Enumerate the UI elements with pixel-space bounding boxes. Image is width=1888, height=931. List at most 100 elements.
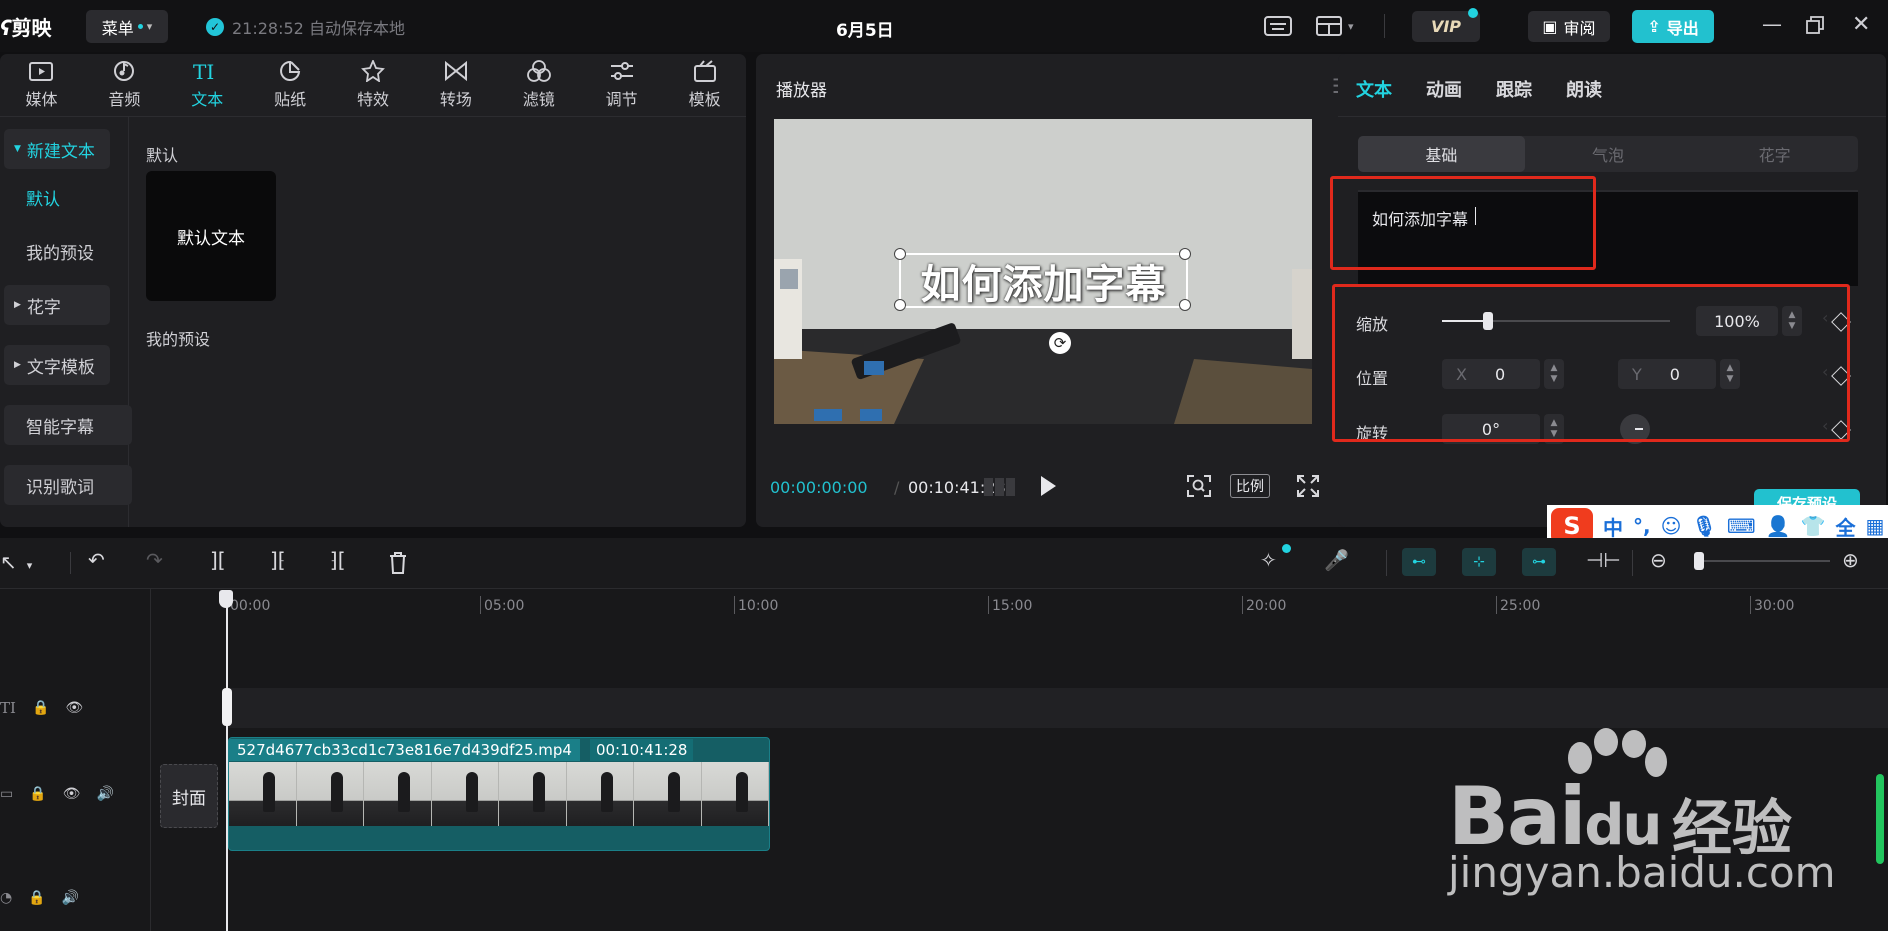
audio-track-header: ◔ 🔒 🔊 bbox=[0, 878, 142, 918]
clip-filename: 527d4677cb33cd1c73e816e7d439df25.mp4 bbox=[229, 739, 580, 761]
review-icon: ▣ bbox=[1542, 17, 1558, 36]
resize-handle[interactable] bbox=[1179, 299, 1191, 311]
trim-left-icon[interactable]: ]⁅ bbox=[270, 548, 286, 572]
nav-text-templates[interactable]: ▶ 文字模板 bbox=[4, 345, 110, 385]
redo-icon[interactable]: ↷ bbox=[146, 548, 163, 572]
zoom-slider-knob[interactable] bbox=[1694, 552, 1704, 570]
tab-tracking[interactable]: 跟踪 bbox=[1496, 76, 1532, 102]
default-text-card[interactable]: 默认文本 bbox=[146, 171, 276, 301]
nav-new-text[interactable]: ▼ 新建文本 bbox=[4, 129, 110, 169]
ime-mode[interactable]: 中 bbox=[1603, 512, 1623, 541]
vip-notification-dot bbox=[1468, 8, 1478, 18]
select-cursor-icon[interactable]: ↖ ▾ bbox=[0, 550, 32, 574]
subtitle-text-box[interactable]: 如何添加字幕 bbox=[899, 253, 1188, 308]
timeline-grid-icon[interactable] bbox=[984, 476, 1016, 498]
tab-sticker[interactable]: 贴纸 bbox=[249, 54, 332, 116]
skin-icon[interactable]: 👕 bbox=[1801, 514, 1826, 538]
speaker-icon[interactable]: 🔊 bbox=[62, 890, 79, 906]
tab-audio[interactable]: 音频 bbox=[83, 54, 166, 116]
tab-filter[interactable]: 滤镜 bbox=[497, 54, 580, 116]
nav-default[interactable]: 默认 bbox=[4, 177, 132, 217]
delete-icon[interactable] bbox=[388, 552, 408, 574]
media-library-panel: 媒体 音频 TI 文本 贴纸 特效 转场 滤镜 调节 模板 ▼ 新建文本 默认 … bbox=[0, 54, 746, 527]
time-ruler[interactable]: 00:00 05:00 10:00 15:00 20:00 25:00 30:0… bbox=[226, 590, 1888, 626]
zoom-out-icon[interactable]: ⊖ bbox=[1650, 548, 1667, 572]
keyboard-icon[interactable]: ⌨ bbox=[1727, 514, 1756, 538]
video-preview[interactable]: 如何添加字幕 ⟳ bbox=[774, 119, 1312, 424]
close-icon[interactable]: ✕ bbox=[1852, 12, 1870, 37]
preview-axis-icon[interactable]: ⊣⊢ bbox=[1586, 548, 1621, 572]
video-clip[interactable]: 527d4677cb33cd1c73e816e7d439df25.mp4 00:… bbox=[228, 737, 770, 851]
minimize-icon[interactable]: — bbox=[1762, 12, 1782, 36]
restore-icon[interactable] bbox=[1806, 16, 1824, 34]
linkage-icon[interactable]: ⊶ bbox=[1522, 548, 1556, 576]
tab-animation[interactable]: 动画 bbox=[1426, 76, 1462, 102]
lock-icon[interactable]: 🔒 bbox=[32, 700, 49, 716]
emoji-icon[interactable]: ☺ bbox=[1661, 514, 1682, 538]
magic-wand-icon[interactable]: ✧ bbox=[1260, 548, 1277, 572]
nav-lyrics[interactable]: 识别歌词 bbox=[4, 465, 132, 505]
svg-text:TI: TI bbox=[193, 60, 214, 82]
player-title: 播放器 bbox=[776, 81, 827, 101]
trim-right-icon[interactable]: ⁆[ bbox=[330, 548, 346, 572]
highlight-box-text bbox=[1330, 176, 1596, 270]
nav-fancy-text[interactable]: ▶ 花字 bbox=[4, 285, 110, 325]
resize-handle[interactable] bbox=[894, 299, 906, 311]
playhead-track-knob[interactable] bbox=[222, 688, 232, 726]
tab-transition[interactable]: 转场 bbox=[414, 54, 497, 116]
tab-effects[interactable]: 特效 bbox=[332, 54, 415, 116]
resize-handle[interactable] bbox=[1179, 248, 1191, 260]
record-voice-icon[interactable]: 🎤 bbox=[1324, 548, 1349, 572]
zoom-in-icon[interactable]: ⊕ bbox=[1842, 548, 1859, 572]
undo-icon[interactable]: ↶ bbox=[88, 548, 105, 572]
caret-right-icon: ▶ bbox=[14, 300, 21, 310]
segment-basic[interactable]: 基础 bbox=[1358, 136, 1525, 172]
text-icon: TI bbox=[193, 60, 214, 82]
grid-menu-icon[interactable]: ▦ bbox=[1866, 514, 1885, 538]
fullscreen-icon[interactable] bbox=[1296, 474, 1320, 498]
time-separator: / bbox=[894, 478, 900, 497]
eye-icon[interactable]: 👁 bbox=[65, 700, 83, 716]
rotate-handle-icon[interactable]: ⟳ bbox=[1049, 332, 1071, 354]
playhead[interactable] bbox=[226, 590, 228, 931]
resize-handle[interactable] bbox=[894, 248, 906, 260]
tab-text-props[interactable]: 文本 bbox=[1356, 76, 1392, 102]
split-icon[interactable]: ][ bbox=[210, 548, 226, 572]
segment-fancy[interactable]: 花字 bbox=[1691, 136, 1858, 172]
play-icon[interactable] bbox=[1038, 474, 1058, 498]
full-width-icon[interactable]: 全 bbox=[1836, 512, 1856, 541]
keyboard-shortcut-icon[interactable] bbox=[1264, 16, 1292, 36]
cover-button[interactable]: 封面 bbox=[160, 764, 218, 828]
tab-text[interactable]: TI 文本 bbox=[166, 54, 249, 116]
lock-icon[interactable]: 🔒 bbox=[28, 890, 45, 906]
auto-snap-icon[interactable]: ⊹ bbox=[1462, 548, 1496, 576]
main-track-magnet-icon[interactable]: ⊷ bbox=[1402, 548, 1436, 576]
text-track[interactable] bbox=[226, 688, 1888, 728]
menu-button[interactable]: 菜单 ▾ bbox=[86, 10, 168, 43]
user-icon[interactable]: 👤 bbox=[1766, 514, 1791, 538]
aspect-ratio-button[interactable]: 比例 bbox=[1230, 474, 1270, 498]
text-track-icon: TI bbox=[0, 699, 16, 717]
lock-icon[interactable]: 🔒 bbox=[29, 786, 46, 802]
tab-template[interactable]: 模板 bbox=[663, 54, 746, 116]
notification-dot bbox=[1282, 544, 1291, 553]
segment-bubble[interactable]: 气泡 bbox=[1525, 136, 1692, 172]
eye-icon[interactable]: 👁 bbox=[63, 786, 81, 802]
playhead-handle[interactable] bbox=[219, 590, 233, 608]
layout-icon[interactable]: ▾ bbox=[1316, 16, 1354, 36]
nav-my-presets[interactable]: 我的预设 bbox=[4, 231, 132, 271]
thumbnail bbox=[296, 762, 364, 826]
microphone-icon[interactable]: 🎙 bbox=[1691, 514, 1716, 538]
ruler-label: 30:00 bbox=[1754, 598, 1795, 614]
tab-adjust[interactable]: 调节 bbox=[580, 54, 663, 116]
tab-read-aloud[interactable]: 朗读 bbox=[1566, 76, 1602, 102]
caret-right-icon: ▶ bbox=[14, 360, 21, 370]
ime-punctuation[interactable]: °, bbox=[1633, 514, 1651, 538]
tab-media[interactable]: 媒体 bbox=[0, 54, 83, 116]
fit-screen-icon[interactable] bbox=[1186, 474, 1212, 498]
nav-smart-captions[interactable]: 智能字幕 bbox=[4, 405, 132, 445]
export-button[interactable]: ⇪ 导出 bbox=[1632, 10, 1714, 43]
speaker-icon[interactable]: 🔊 bbox=[96, 786, 113, 802]
zoom-slider-track[interactable] bbox=[1700, 560, 1830, 562]
review-button[interactable]: ▣ 审阅 bbox=[1528, 11, 1610, 42]
